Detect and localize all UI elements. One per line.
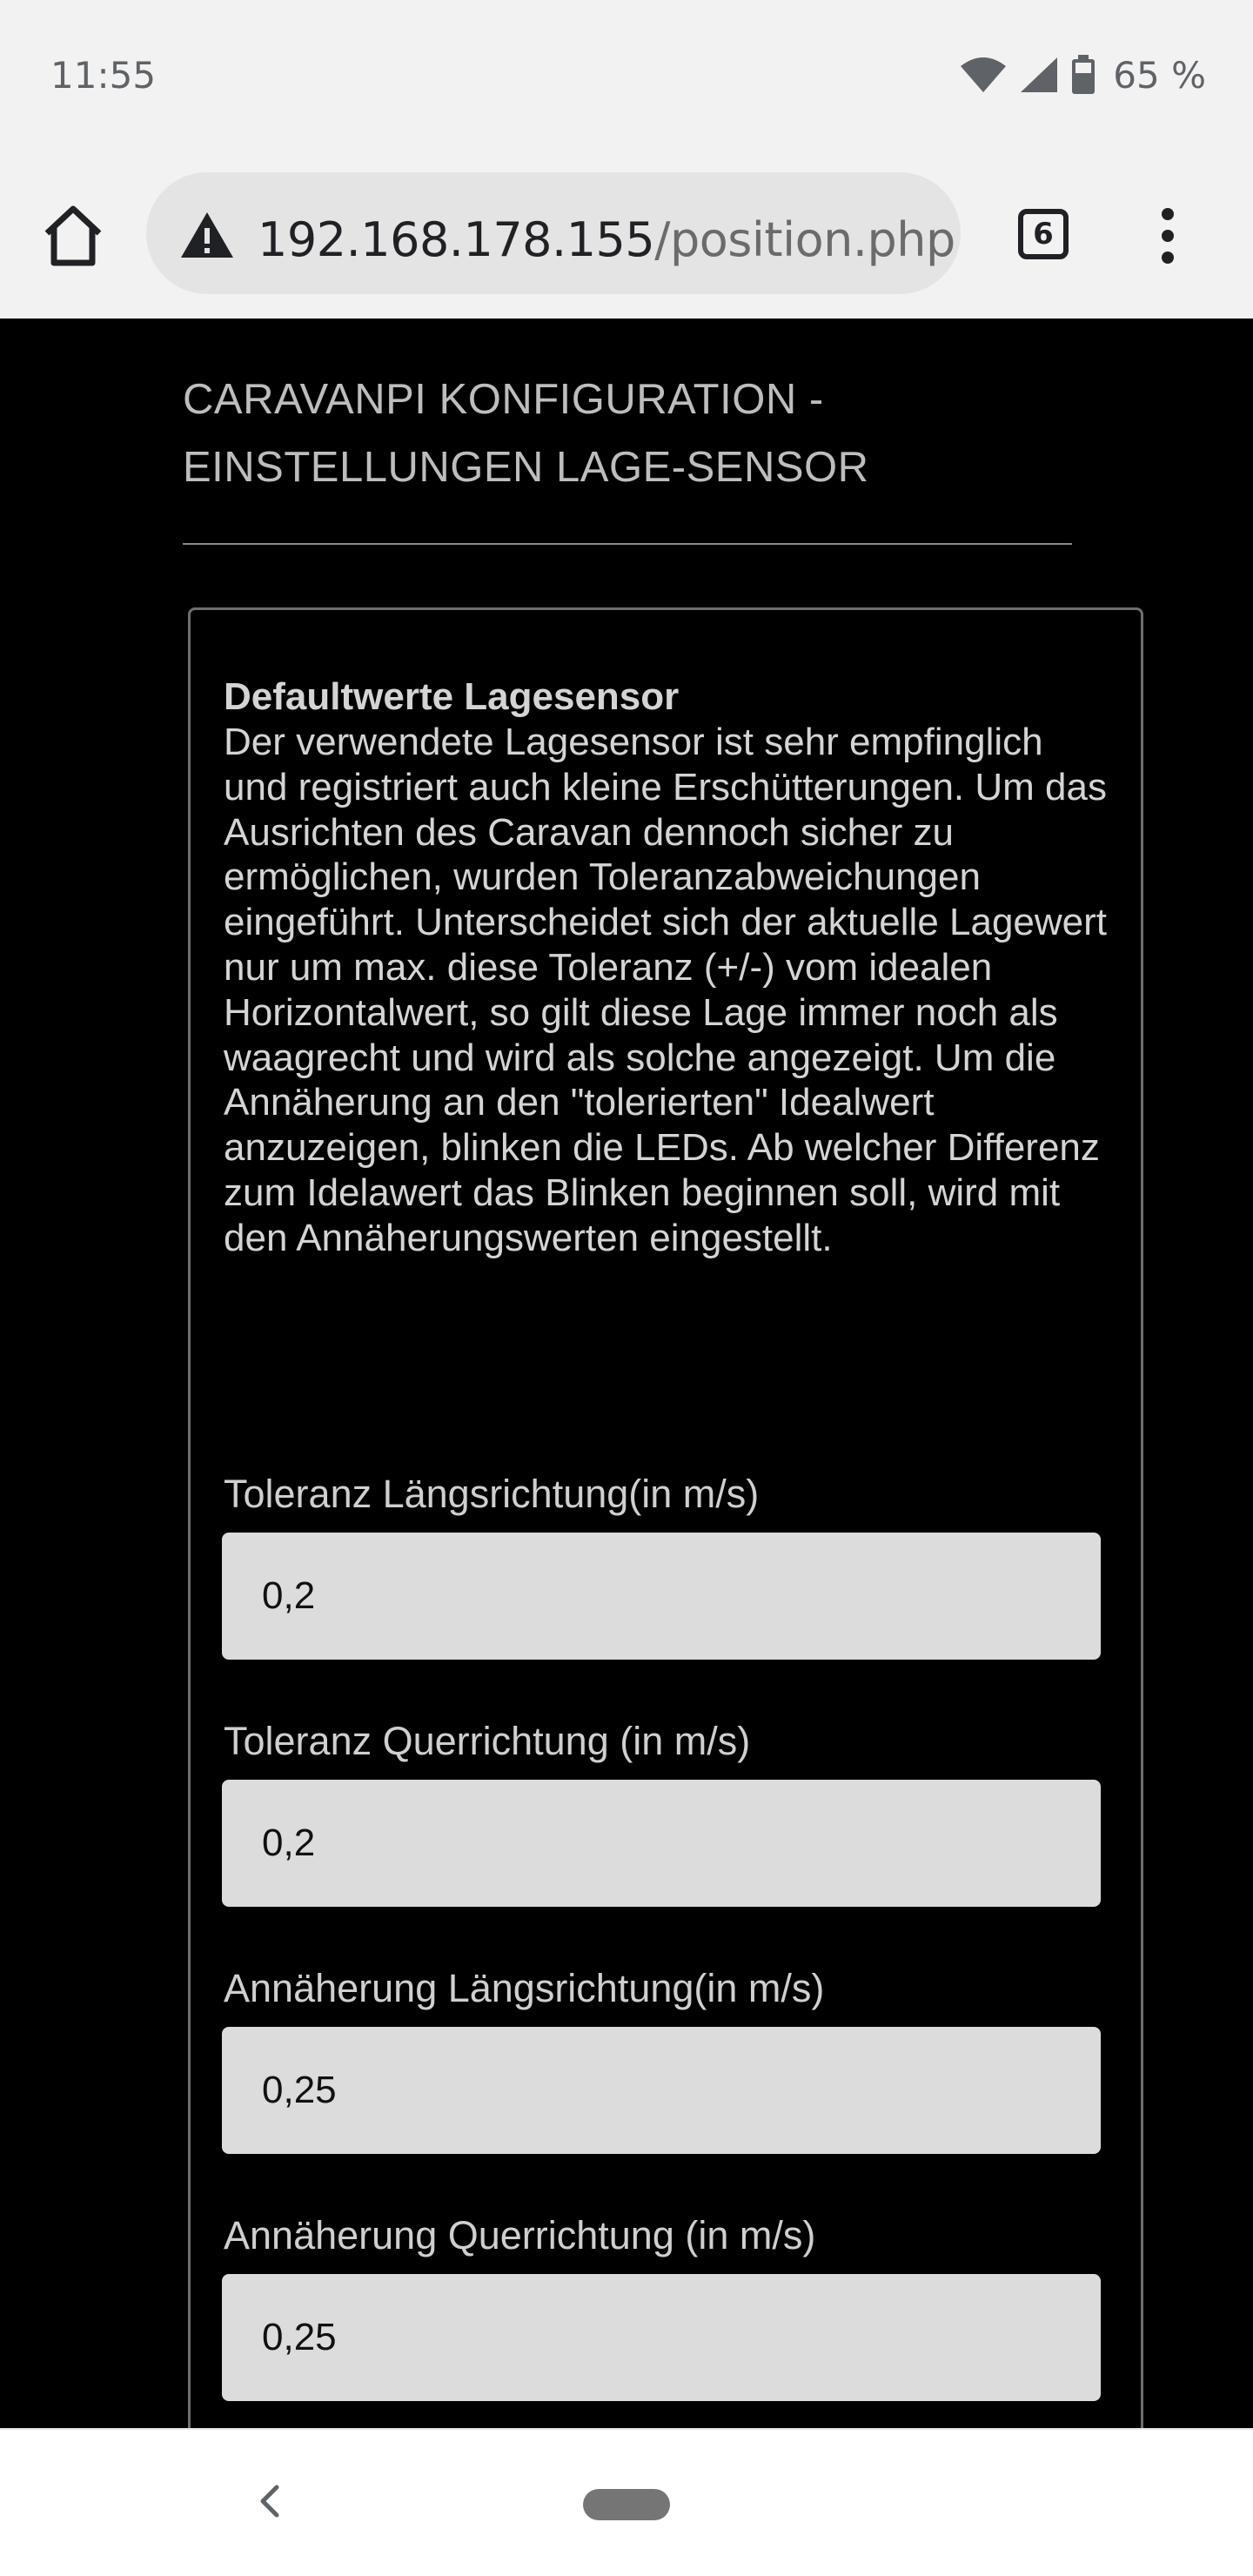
page-title: CARAVANPI KONFIGURATION - EINSTELLUNGEN … (183, 376, 869, 491)
more-vert-icon[interactable] (1150, 205, 1185, 266)
url-host: 192.168.178.155 (258, 212, 655, 267)
tabs-icon[interactable]: 6 (1018, 209, 1069, 259)
input-toleranz-quer[interactable] (222, 1780, 1101, 1907)
url-text[interactable]: 192.168.178.155/position.php (258, 212, 955, 267)
label-toleranz-quer: Toleranz Querrichtung (in m/s) (224, 1719, 751, 1763)
url-path: /position.php (654, 212, 955, 267)
navigation-bar (0, 2428, 1253, 2576)
browser-toolbar: 192.168.178.155/position.php 6 (0, 157, 1253, 319)
wifi-icon (961, 57, 1007, 92)
status-icons: 65 % (960, 50, 1206, 99)
battery-level: 65 % (1113, 53, 1206, 97)
status-time: 11:55 (50, 54, 157, 97)
back-icon[interactable] (252, 2475, 287, 2527)
status-bar: 11:55 65 % (0, 0, 1253, 157)
input-annaeherung-quer[interactable] (222, 2274, 1101, 2401)
description-text: Der verwendete Lagesensor ist sehr empfi… (224, 721, 1108, 1259)
input-annaeherung-laengs[interactable] (222, 2027, 1101, 2154)
input-toleranz-laengs[interactable] (222, 1533, 1101, 1660)
warning-icon[interactable] (179, 211, 235, 259)
label-annaeherung-quer: Annäherung Querrichtung (in m/s) (224, 2213, 816, 2257)
settings-form: Defaultwerte Lagesensor Der verwendete L… (188, 607, 1143, 2428)
address-bar[interactable]: 192.168.178.155/position.php (146, 172, 961, 294)
home-icon[interactable] (38, 202, 108, 272)
label-annaeherung-laengs: Annäherung Längsrichtung(in m/s) (224, 1966, 825, 2010)
battery-icon (1072, 55, 1096, 94)
description-heading: Defaultwerte Lagesensor (224, 675, 680, 718)
cell-signal-icon (1021, 57, 1058, 92)
label-toleranz-laengs: Toleranz Längsrichtung(in m/s) (224, 1472, 760, 1516)
title-divider (183, 543, 1072, 545)
tab-count: 6 (1033, 217, 1054, 252)
home-pill-icon[interactable] (583, 2489, 670, 2520)
page-content: CARAVANPI KONFIGURATION - EINSTELLUNGEN … (0, 319, 1253, 2428)
